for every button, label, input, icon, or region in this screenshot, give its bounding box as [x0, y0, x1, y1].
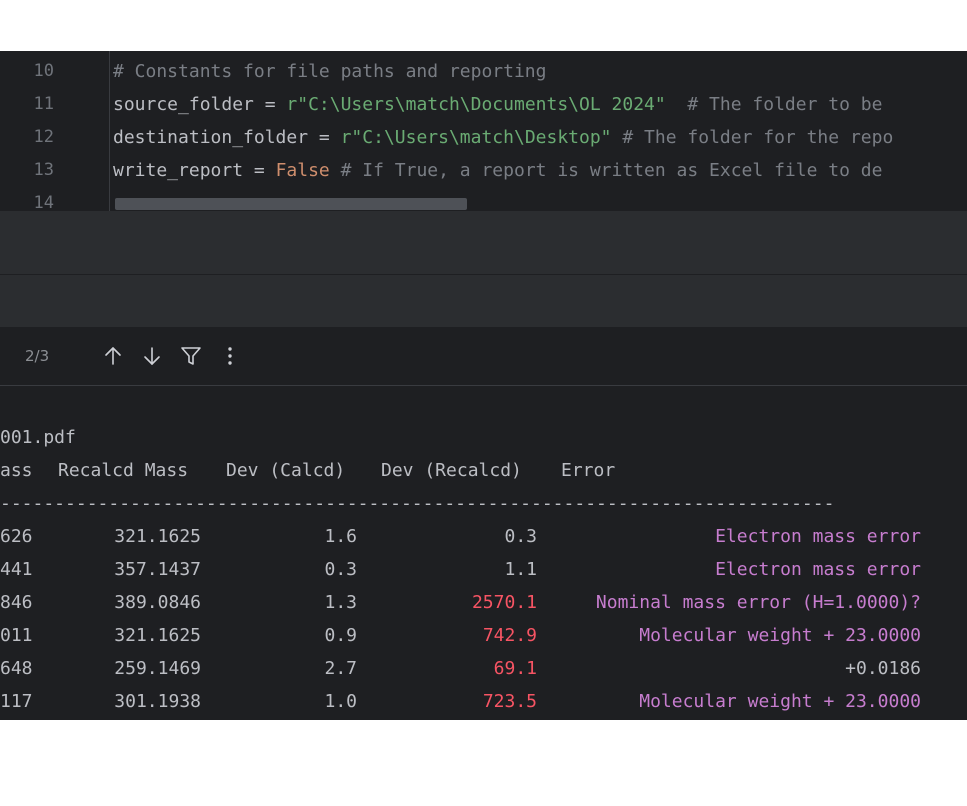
- cell-error: Nominal mass error (H=1.0000)?: [595, 592, 921, 613]
- search-match-count: 2/3: [25, 347, 50, 365]
- cell-mass: 441: [0, 559, 33, 580]
- cell-recalcd-mass: 301.1938: [114, 691, 201, 712]
- cell-error: +0.0186: [845, 658, 921, 679]
- filter-icon[interactable]: [179, 344, 203, 368]
- cell-dev-calcd: 1.3: [324, 592, 357, 613]
- cell-error: Molecular weight + 23.0000: [639, 625, 921, 646]
- code-operator: =: [243, 160, 276, 181]
- cell-dev-calcd: 0.3: [324, 559, 357, 580]
- console-search-bar: 2/3: [0, 327, 967, 386]
- cell-recalcd-mass: 259.1469: [114, 658, 201, 679]
- cell-recalcd-mass: 321.1625: [114, 625, 201, 646]
- code-identifier: destination_folder: [113, 127, 309, 148]
- cell-dev-calcd: 2.7: [324, 658, 357, 679]
- code-comment: # The folder to be: [665, 94, 883, 115]
- cell-dev-recalcd: 1.1: [504, 559, 537, 580]
- column-header-error: Error: [561, 460, 616, 481]
- cell-mass: 117: [0, 691, 33, 712]
- line-number: 12: [33, 127, 54, 147]
- cell-dev-recalcd: 69.1: [493, 658, 537, 679]
- cell-mass: 648: [0, 658, 33, 679]
- cell-dev-recalcd: 2570.1: [471, 592, 537, 613]
- column-header-dev-recalcd: Dev (Recalcd): [381, 460, 522, 481]
- line-number: 14: [33, 193, 54, 211]
- code-comment: # If True, a report is written as Excel …: [329, 160, 883, 181]
- cell-mass: 846: [0, 592, 33, 613]
- cell-dev-calcd: 1.0: [324, 691, 357, 712]
- line-number: 13: [33, 160, 54, 180]
- cell-dev-recalcd: 742.9: [482, 625, 537, 646]
- line-number: 11: [33, 94, 54, 114]
- code-string: r"C:\Users\match\Desktop": [340, 127, 612, 148]
- code-line[interactable]: # Constants for file paths and reporting: [113, 55, 546, 88]
- cell-mass: 626: [0, 526, 33, 547]
- cell-error: Electron mass error: [715, 526, 921, 547]
- cell-dev-calcd: 0.9: [324, 625, 357, 646]
- line-number: 10: [33, 61, 54, 81]
- code-comment: # Constants for file paths and reporting: [113, 61, 547, 82]
- code-keyword: False: [275, 160, 330, 181]
- run-tab-bar: [0, 275, 967, 327]
- code-identifier: source_folder: [113, 94, 254, 115]
- code-editor[interactable]: 10 11 12 13 14 # Constants for file path…: [0, 51, 967, 211]
- column-header-recalcd-mass: Recalcd Mass: [58, 460, 189, 481]
- tool-window-header: [0, 211, 967, 274]
- cell-error: Electron mass error: [715, 559, 921, 580]
- console-filename: 001.pdf: [0, 427, 76, 448]
- code-line[interactable]: write_report = False # If True, a report…: [113, 154, 882, 187]
- code-identifier: write_report: [113, 160, 244, 181]
- cell-error: Molecular weight + 23.0000: [639, 691, 921, 712]
- code-string: r"C:\Users\match\Documents\OL 2024": [286, 94, 666, 115]
- column-header-dev-calcd: Dev (Calcd): [226, 460, 346, 481]
- cell-dev-recalcd: 0.3: [504, 526, 537, 547]
- code-line[interactable]: destination_folder = r"C:\Users\match\De…: [113, 121, 893, 154]
- code-operator: =: [253, 94, 287, 115]
- line-number-gutter: 10 11 12 13 14: [0, 51, 108, 211]
- horizontal-scrollbar[interactable]: [115, 198, 467, 210]
- cell-recalcd-mass: 357.1437: [114, 559, 201, 580]
- code-comment: # The folder for the repo: [611, 127, 894, 148]
- cell-recalcd-mass: 321.1625: [114, 526, 201, 547]
- cell-dev-recalcd: 723.5: [482, 691, 537, 712]
- code-line[interactable]: source_folder = r"C:\Users\match\Documen…: [113, 88, 882, 121]
- run-console-output[interactable]: 001.pdf ass Recalcd Mass Dev (Calcd) Dev…: [0, 386, 967, 720]
- cell-dev-calcd: 1.6: [324, 526, 357, 547]
- table-separator: ----------------------------------------…: [0, 493, 835, 514]
- code-operator: =: [308, 127, 341, 148]
- cell-recalcd-mass: 389.0846: [114, 592, 201, 613]
- arrow-down-icon[interactable]: [140, 344, 164, 368]
- more-vertical-icon[interactable]: [218, 344, 242, 368]
- column-header-mass: ass: [0, 460, 33, 481]
- cell-mass: 011: [0, 625, 33, 646]
- arrow-up-icon[interactable]: [101, 344, 125, 368]
- indent-guide: [109, 51, 110, 211]
